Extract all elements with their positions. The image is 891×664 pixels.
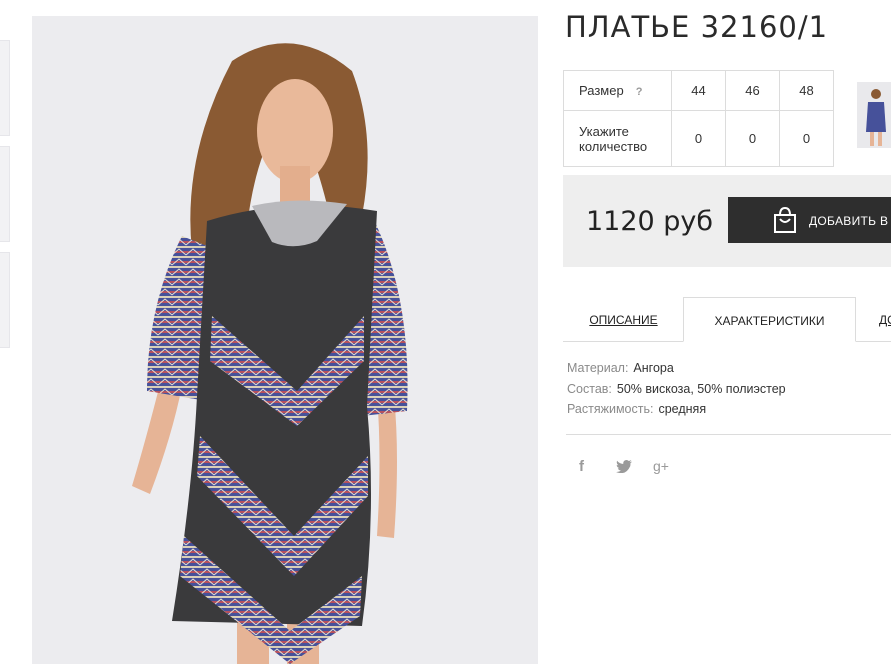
gallery-thumbnail[interactable] <box>0 252 10 348</box>
section-divider <box>566 434 891 435</box>
spec-key: Состав: <box>567 381 612 396</box>
gallery-thumbnail[interactable] <box>0 40 10 136</box>
spec-row: Растяжимость: средняя <box>567 399 786 420</box>
gallery-thumbnail[interactable] <box>0 146 10 242</box>
product-tabs: ОПИСАНИЕ ХАРАКТЕРИСТИКИ ДО <box>563 297 891 342</box>
characteristics-list: Материал: Ангора Состав: 50% вискоза, 50% … <box>567 358 786 420</box>
google-plus-icon[interactable]: g+ <box>653 458 669 474</box>
size-row: Размер? 44 46 48 <box>563 70 834 111</box>
size-help-icon[interactable]: ? <box>636 86 643 98</box>
spec-value: средняя <box>658 402 707 416</box>
spec-value: Ангора <box>633 361 674 375</box>
thumbnail-strip <box>0 40 10 358</box>
spec-value: 50% вискоза, 50% полиэстер <box>616 381 786 396</box>
add-to-cart-button[interactable]: ДОБАВИТЬ В <box>728 197 891 243</box>
tab-more[interactable]: ДО <box>879 297 891 342</box>
quantity-input[interactable]: 0 <box>779 110 834 167</box>
quantity-input[interactable]: 0 <box>725 110 780 167</box>
main-product-photo[interactable] <box>32 16 538 664</box>
color-variant-thumbnail[interactable] <box>857 82 891 148</box>
size-option: 44 <box>671 70 726 111</box>
quantity-label: Укажите количество <box>563 110 672 167</box>
tab-characteristics[interactable]: ХАРАКТЕРИСТИКИ <box>683 297 856 342</box>
size-option: 48 <box>779 70 834 111</box>
tab-description[interactable]: ОПИСАНИЕ <box>563 297 684 342</box>
size-table: Размер? 44 46 48 Укажите количество 0 0 … <box>563 70 834 167</box>
quantity-input[interactable]: 0 <box>671 110 726 167</box>
product-title: ПЛАТЬЕ 32160/1 <box>565 10 829 44</box>
spec-row: Материал: Ангора <box>567 358 786 379</box>
price: 1120 руб <box>586 206 714 237</box>
spec-row: Состав: 50% вискоза, 50% полиэстер <box>567 379 786 400</box>
size-label: Размер <box>579 83 624 98</box>
add-to-cart-label: ДОБАВИТЬ В <box>809 214 889 228</box>
size-option: 46 <box>725 70 780 111</box>
shopping-bag-icon <box>771 206 799 237</box>
twitter-icon[interactable] <box>616 460 632 477</box>
facebook-icon[interactable]: f <box>579 458 584 475</box>
quantity-row: Укажите количество 0 0 0 <box>563 110 834 167</box>
purchase-box: 1120 руб ДОБАВИТЬ В <box>563 175 891 267</box>
spec-key: Растяжимость: <box>567 402 654 416</box>
size-label-cell: Размер? <box>563 70 672 111</box>
spec-key: Материал: <box>567 361 629 375</box>
